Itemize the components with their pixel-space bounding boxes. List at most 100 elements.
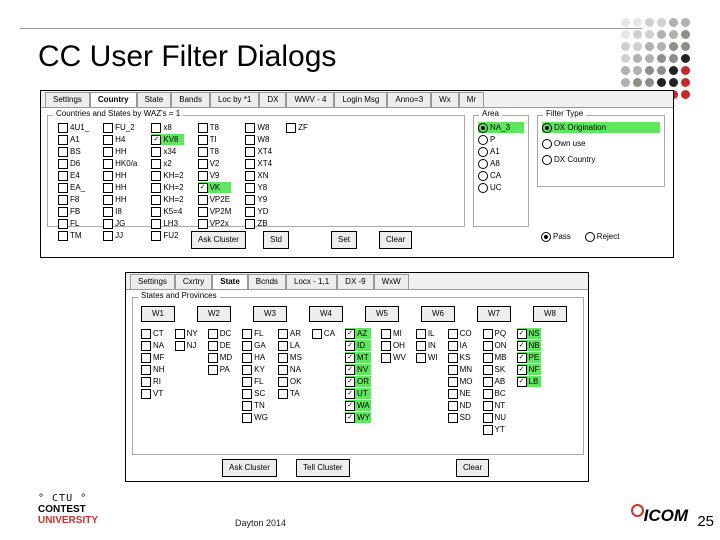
radio-area-p[interactable]: P [478, 134, 524, 145]
checkbox-4u1_[interactable]: 4U1_ [58, 122, 89, 133]
checkbox-x8[interactable]: x8 [151, 122, 183, 133]
checkbox-state-fl[interactable]: FL [242, 328, 268, 339]
checkbox-e4[interactable]: E4 [58, 170, 89, 181]
checkbox-state-mi[interactable]: MI [381, 328, 406, 339]
tab-wx[interactable]: Wx [431, 92, 459, 107]
checkbox-state-mn[interactable]: MN [448, 364, 473, 375]
radio-filtertype-dx-origination[interactable]: DX Origination [542, 122, 660, 133]
checkbox-state-mt[interactable]: MT [345, 352, 371, 363]
checkbox-hh[interactable]: HH [103, 194, 137, 205]
checkbox-state-mf[interactable]: MF [141, 352, 165, 363]
checkbox-lh3[interactable]: LH3 [151, 218, 183, 229]
checkbox-state-wi[interactable]: WI [416, 352, 438, 363]
checkbox-hh[interactable]: HH [103, 170, 137, 181]
button-ask-cluster[interactable]: Ask Cluster [222, 459, 277, 477]
button-w2[interactable]: W2 [197, 306, 231, 322]
button-ask-cluster[interactable]: Ask Cluster [191, 231, 246, 249]
tab-state[interactable]: State [212, 274, 248, 289]
checkbox-f8[interactable]: F8 [58, 194, 89, 205]
tab-country[interactable]: Country [90, 92, 137, 107]
checkbox-a1[interactable]: A1 [58, 134, 89, 145]
checkbox-state-ga[interactable]: GA [242, 340, 268, 351]
checkbox-hk0/a[interactable]: HK0/a [103, 158, 137, 169]
checkbox-state-ms[interactable]: MS [278, 352, 302, 363]
button-set[interactable]: Set [331, 231, 357, 249]
tab-dx[interactable]: DX [259, 92, 286, 107]
checkbox-kh=2[interactable]: KH=2 [151, 194, 183, 205]
checkbox-vp2x[interactable]: VP2x [198, 218, 232, 229]
checkbox-state-co[interactable]: CO [448, 328, 473, 339]
checkbox-state-oh[interactable]: OH [381, 340, 406, 351]
checkbox-state-ca[interactable]: CA [312, 328, 335, 339]
checkbox-state-vt[interactable]: VT [141, 388, 165, 399]
checkbox-state-ok[interactable]: OK [278, 376, 302, 387]
checkbox-yd[interactable]: YD [245, 206, 272, 217]
checkbox-x2[interactable]: x2 [151, 158, 183, 169]
radio-reject[interactable]: Reject [585, 231, 620, 242]
checkbox-state-nv[interactable]: NV [345, 364, 371, 375]
checkbox-w8[interactable]: W8 [245, 122, 272, 133]
checkbox-state-ns[interactable]: NS [517, 328, 541, 339]
tab-settings[interactable]: Settings [45, 92, 90, 107]
checkbox-t8[interactable]: T8 [198, 146, 232, 157]
checkbox-fu2[interactable]: FU2 [151, 230, 183, 241]
checkbox-state-lb[interactable]: LB [517, 376, 541, 387]
checkbox-jj[interactable]: JJ [103, 230, 137, 241]
button-w7[interactable]: W7 [477, 306, 511, 322]
tab-wxw[interactable]: WxW [374, 274, 409, 289]
checkbox-xt4[interactable]: XT4 [245, 146, 272, 157]
checkbox-state-mb[interactable]: MB [483, 352, 507, 363]
checkbox-y9[interactable]: Y9 [245, 194, 272, 205]
tab-locx-1-1[interactable]: Locx - 1,1 [286, 274, 337, 289]
checkbox-state-nt[interactable]: NT [483, 400, 507, 411]
checkbox-state-pq[interactable]: PQ [483, 328, 507, 339]
button-clear[interactable]: Clear [379, 231, 412, 249]
checkbox-state-ri[interactable]: RI [141, 376, 165, 387]
radio-filtertype-dx-country[interactable]: DX Country [542, 154, 660, 165]
checkbox-zf[interactable]: ZF [286, 122, 308, 133]
checkbox-bs[interactable]: BS [58, 146, 89, 157]
checkbox-state-nd[interactable]: ND [448, 400, 473, 411]
radio-area-na_3[interactable]: NA_3 [478, 122, 524, 133]
checkbox-state-nb[interactable]: NB [517, 340, 541, 351]
checkbox-state-nj[interactable]: NJ [175, 340, 198, 351]
checkbox-state-na[interactable]: NA [278, 364, 302, 375]
checkbox-state-la[interactable]: LA [278, 340, 302, 351]
checkbox-state-sc[interactable]: SC [242, 388, 268, 399]
checkbox-kh=2[interactable]: KH=2 [151, 170, 183, 181]
checkbox-state-fl[interactable]: FL [242, 376, 268, 387]
checkbox-state-wg[interactable]: WG [242, 412, 268, 423]
checkbox-state-wv[interactable]: WV [381, 352, 406, 363]
checkbox-state-md[interactable]: MD [208, 352, 232, 363]
checkbox-x34[interactable]: x34 [151, 146, 183, 157]
checkbox-state-ia[interactable]: IA [448, 340, 473, 351]
checkbox-state-wy[interactable]: WY [345, 412, 371, 423]
checkbox-vp2e[interactable]: VP2E [198, 194, 232, 205]
button-w1[interactable]: W1 [141, 306, 175, 322]
checkbox-h4[interactable]: H4 [103, 134, 137, 145]
checkbox-fb[interactable]: FB [58, 206, 89, 217]
checkbox-state-sk[interactable]: SK [483, 364, 507, 375]
checkbox-jg[interactable]: JG [103, 218, 137, 229]
checkbox-state-in[interactable]: IN [416, 340, 438, 351]
radio-area-uc[interactable]: UC [478, 182, 524, 193]
checkbox-state-dc[interactable]: DC [208, 328, 232, 339]
checkbox-state-az[interactable]: AZ [345, 328, 371, 339]
checkbox-i8[interactable]: I8 [103, 206, 137, 217]
checkbox-state-id[interactable]: ID [345, 340, 371, 351]
checkbox-fu_2[interactable]: FU_2 [103, 122, 137, 133]
checkbox-state-on[interactable]: ON [483, 340, 507, 351]
checkbox-t8[interactable]: T8 [198, 122, 232, 133]
checkbox-state-nh[interactable]: NH [141, 364, 165, 375]
tab-mr[interactable]: Mr [459, 92, 484, 107]
checkbox-state-ta[interactable]: TA [278, 388, 302, 399]
checkbox-ea_[interactable]: EA_ [58, 182, 89, 193]
checkbox-tm[interactable]: TM [58, 230, 89, 241]
checkbox-kv8[interactable]: KV8 [151, 134, 183, 145]
radio-area-a8[interactable]: A8 [478, 158, 524, 169]
button-std[interactable]: Std [263, 231, 289, 249]
checkbox-y8[interactable]: Y8 [245, 182, 272, 193]
checkbox-state-ne[interactable]: NE [448, 388, 473, 399]
checkbox-d6[interactable]: D6 [58, 158, 89, 169]
checkbox-ti[interactable]: TI [198, 134, 232, 145]
